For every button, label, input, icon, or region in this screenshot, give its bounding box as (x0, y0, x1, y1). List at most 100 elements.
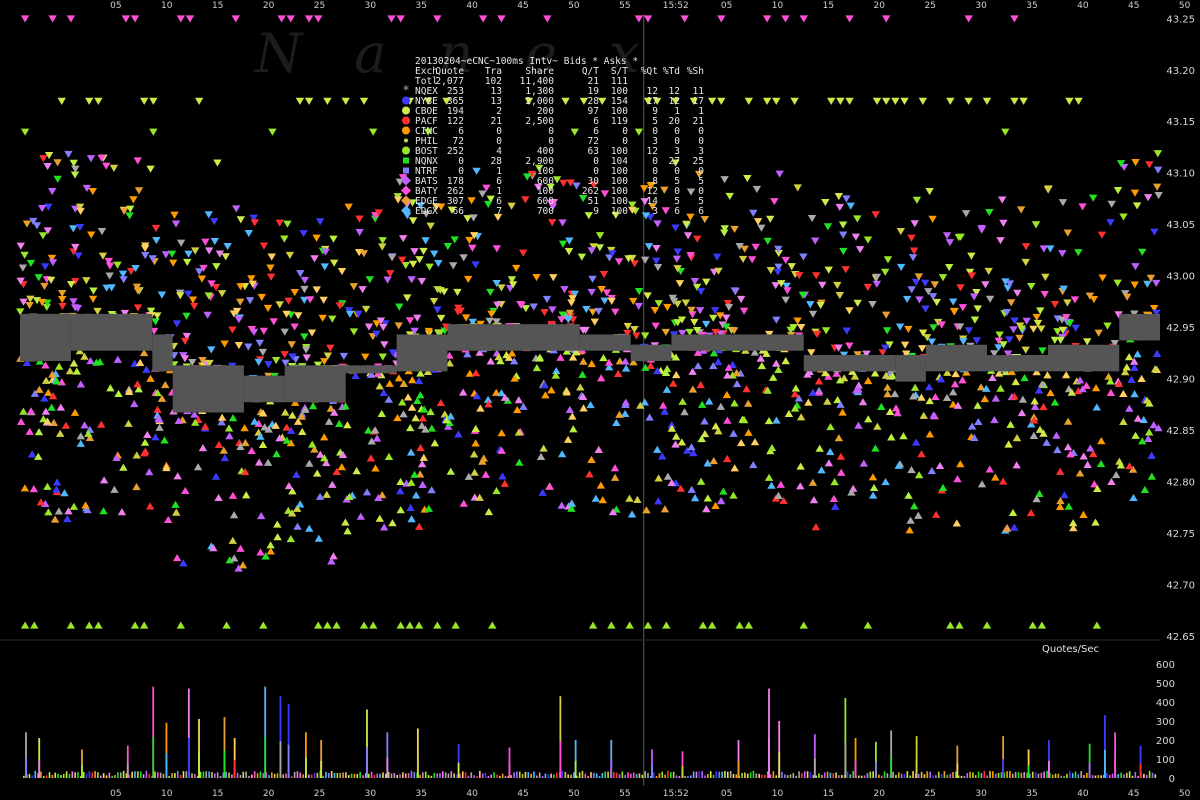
quote-rate-bar (593, 772, 595, 778)
bid-marker (658, 401, 668, 409)
quote-rate-bar (1037, 773, 1040, 778)
quote-rate-bar (883, 771, 886, 778)
ask-marker (614, 258, 624, 266)
quote-rate-axis: 600 500 400 300 200 100 0 (1156, 660, 1175, 785)
bid-marker (587, 455, 596, 463)
ask-marker (1132, 202, 1142, 210)
ask-marker (720, 176, 729, 184)
bid-marker (498, 472, 507, 480)
quote-rate-bar (1012, 773, 1014, 778)
quote-rate-bar (176, 770, 179, 778)
bid-marker (996, 384, 1005, 392)
nbbo-segment (895, 355, 926, 382)
bottom-time-tick: 35 (416, 789, 427, 799)
bid-marker (1092, 403, 1101, 411)
quote-rate-bar (744, 772, 746, 778)
bid-marker (716, 402, 726, 410)
ask-marker (403, 294, 412, 302)
bid-marker (230, 554, 239, 562)
ask-marker (461, 314, 471, 322)
quote-rate-bar (618, 774, 621, 778)
bid-marker (247, 446, 256, 454)
bid-marker (980, 394, 990, 403)
quote-rate-bar (718, 771, 721, 778)
ask-marker (845, 97, 854, 105)
ask-marker (577, 253, 587, 261)
quote-rate-bar (248, 775, 250, 778)
quote-rate-peak-stack (1027, 765, 1030, 778)
bid-marker (295, 500, 305, 508)
nbbo-segment (630, 344, 672, 362)
bid-marker (266, 541, 275, 549)
bid-marker (744, 428, 753, 436)
top-time-tick: 15:52 (663, 1, 689, 11)
quote-rate-bar (863, 775, 866, 778)
top-time-tick: 05 (110, 1, 121, 11)
bid-marker (958, 376, 967, 384)
ask-marker (75, 223, 85, 231)
bid-marker (948, 388, 958, 396)
ask-marker (210, 238, 220, 246)
ask-marker (845, 342, 854, 350)
quote-rate-bar (1077, 774, 1080, 778)
quote-rate-bar (97, 772, 99, 778)
bid-marker (654, 497, 663, 505)
quote-rate-bar (1120, 772, 1122, 778)
quote-rate-bar (752, 770, 755, 778)
quote-rate-peak-stack (320, 760, 323, 778)
ask-marker (775, 170, 784, 178)
ask-marker (752, 185, 762, 194)
ask-marker (207, 346, 216, 354)
bid-marker (1152, 349, 1162, 357)
quote-rate-bar (422, 772, 424, 778)
legend-swatch: * (403, 83, 409, 97)
quote-rate-bar (28, 773, 31, 778)
quote-rate-bar (841, 775, 843, 778)
bid-marker (1107, 477, 1116, 486)
ask-marker (180, 355, 190, 363)
bid-marker (388, 519, 397, 527)
bid-marker (34, 428, 44, 436)
bid-marker (427, 486, 436, 494)
bid-marker (955, 621, 964, 629)
quote-rate-bar (1111, 773, 1114, 778)
quote-rate-bar (1069, 771, 1071, 778)
ask-marker (302, 354, 311, 362)
bid-marker (228, 414, 238, 422)
ask-marker (1130, 189, 1140, 197)
bid-marker (368, 621, 378, 629)
bid-marker (281, 408, 290, 416)
quote-rate-bar (701, 771, 703, 778)
bid-marker (61, 421, 71, 429)
bid-marker (950, 380, 960, 388)
ask-marker (315, 218, 325, 226)
bid-marker (1104, 372, 1113, 380)
bid-marker (229, 511, 239, 519)
ask-marker (213, 159, 222, 167)
bid-marker (749, 460, 758, 469)
quote-rate-bar (1057, 773, 1060, 778)
bid-marker (1035, 425, 1045, 433)
bid-marker (515, 458, 524, 466)
quote-rate-bar (191, 773, 193, 778)
quote-rate-peak-stack (651, 765, 653, 778)
quote-rate-bar (661, 771, 664, 778)
quote-rate-bar (977, 771, 980, 778)
ask-marker (74, 252, 83, 260)
bid-marker (698, 621, 708, 629)
quote-rate-bar (108, 772, 111, 778)
bid-marker (414, 621, 424, 629)
legend-swatch (403, 157, 409, 164)
ask-marker (611, 308, 620, 316)
quote-rate-bar (860, 775, 863, 778)
ask-marker (521, 196, 530, 204)
bid-marker (228, 491, 238, 499)
ask-marker (255, 339, 264, 347)
quote-rate-bar (236, 772, 239, 778)
bid-marker (565, 405, 575, 414)
bid-marker (143, 430, 152, 439)
ask-marker (928, 215, 937, 223)
ask-marker (1113, 279, 1122, 287)
ask-marker (183, 258, 192, 267)
bid-marker (320, 433, 329, 441)
